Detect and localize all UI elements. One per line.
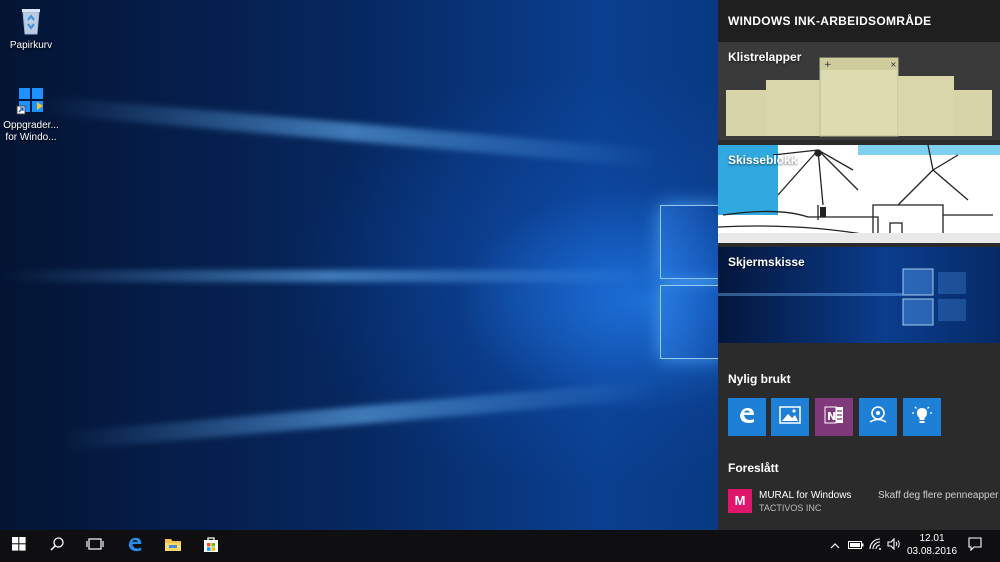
maps-icon xyxy=(867,404,889,431)
edge-icon xyxy=(737,405,757,430)
chevron-up-icon xyxy=(830,537,840,555)
store-button[interactable] xyxy=(192,530,230,562)
recent-app-onenote[interactable]: N xyxy=(815,398,853,436)
sketchpad-tile[interactable]: Skisseblokk xyxy=(718,145,1000,243)
light-beam xyxy=(0,270,660,282)
recent-app-edge[interactable] xyxy=(728,398,766,436)
recent-app-tips[interactable] xyxy=(903,398,941,436)
volume-icon xyxy=(887,537,901,555)
svg-text:N: N xyxy=(827,410,836,423)
clock-time: 12.01 xyxy=(919,533,945,544)
suggested-heading: Foreslått xyxy=(728,461,779,475)
sticky-notes-label: Klistrelapper xyxy=(728,50,802,64)
battery-button[interactable] xyxy=(846,530,866,562)
windows-logo-pane xyxy=(660,285,722,359)
windows-upgrade-icon xyxy=(15,84,47,116)
recycle-bin-shortcut[interactable]: Papirkurv xyxy=(0,4,62,52)
mural-publisher: TACTIVOS INC xyxy=(759,503,822,513)
get-more-pen-apps-link[interactable]: Skaff deg flere penneapper xyxy=(878,490,998,501)
clock[interactable]: 12.01 03.08.2016 xyxy=(904,532,960,560)
notification-icon xyxy=(968,536,982,556)
svg-text:×: × xyxy=(890,60,897,69)
task-view-button[interactable] xyxy=(76,530,114,562)
clock-date: 03.08.2016 xyxy=(906,546,958,557)
action-center-button[interactable] xyxy=(962,530,988,562)
file-explorer-icon xyxy=(164,536,182,557)
search-icon xyxy=(49,536,65,557)
recently-used-heading: Nylig brukt xyxy=(728,372,791,386)
recent-app-photos[interactable] xyxy=(771,398,809,436)
windows-upgrade-label-line2: for Windo... xyxy=(5,132,57,143)
tips-icon xyxy=(911,404,933,431)
windows-upgrade-label-line1: Oppgrader... xyxy=(3,120,59,131)
light-beam xyxy=(61,380,661,451)
ink-workspace-title: WINDOWS INK-ARBEIDSOMRÅDE xyxy=(718,0,1000,42)
task-view-icon xyxy=(86,537,104,556)
file-explorer-button[interactable] xyxy=(154,530,192,562)
battery-icon xyxy=(848,537,864,555)
windows-upgrade-shortcut[interactable]: Oppgrader... for Windo... xyxy=(0,84,62,144)
svg-text:+: + xyxy=(824,60,832,70)
volume-button[interactable] xyxy=(884,530,904,562)
photos-icon xyxy=(779,405,801,430)
screen-sketch-tile[interactable]: Skjermskisse xyxy=(718,247,1000,343)
recycle-bin-label: Papirkurv xyxy=(9,40,53,51)
suggested-app-mural[interactable]: M MURAL for Windows TACTIVOS INC xyxy=(728,487,868,517)
wifi-icon xyxy=(869,537,883,555)
recycle-bin-icon xyxy=(15,4,47,36)
taskbar-edge-button[interactable] xyxy=(116,530,154,562)
edge-icon xyxy=(126,535,144,558)
sketchpad-label: Skisseblokk xyxy=(728,153,798,167)
start-icon xyxy=(12,536,26,556)
mural-app-name: MURAL for Windows xyxy=(759,490,852,501)
show-hidden-icons-button[interactable] xyxy=(826,530,844,562)
recent-app-maps[interactable] xyxy=(859,398,897,436)
network-button[interactable] xyxy=(866,530,886,562)
windows-ink-workspace-panel: WINDOWS INK-ARBEIDSOMRÅDE Klistrelapper … xyxy=(718,0,1000,530)
onenote-icon: N xyxy=(823,404,845,431)
windows-logo-pane xyxy=(660,205,722,279)
search-button[interactable] xyxy=(38,530,76,562)
screen-sketch-label: Skjermskisse xyxy=(728,255,805,269)
sticky-notes-tile[interactable]: Klistrelapper + × xyxy=(718,42,1000,140)
taskbar: 12.01 03.08.2016 xyxy=(0,530,1000,562)
light-beam xyxy=(41,95,661,168)
mural-icon: M xyxy=(728,489,752,513)
start-button[interactable] xyxy=(0,530,38,562)
store-icon xyxy=(202,535,220,558)
